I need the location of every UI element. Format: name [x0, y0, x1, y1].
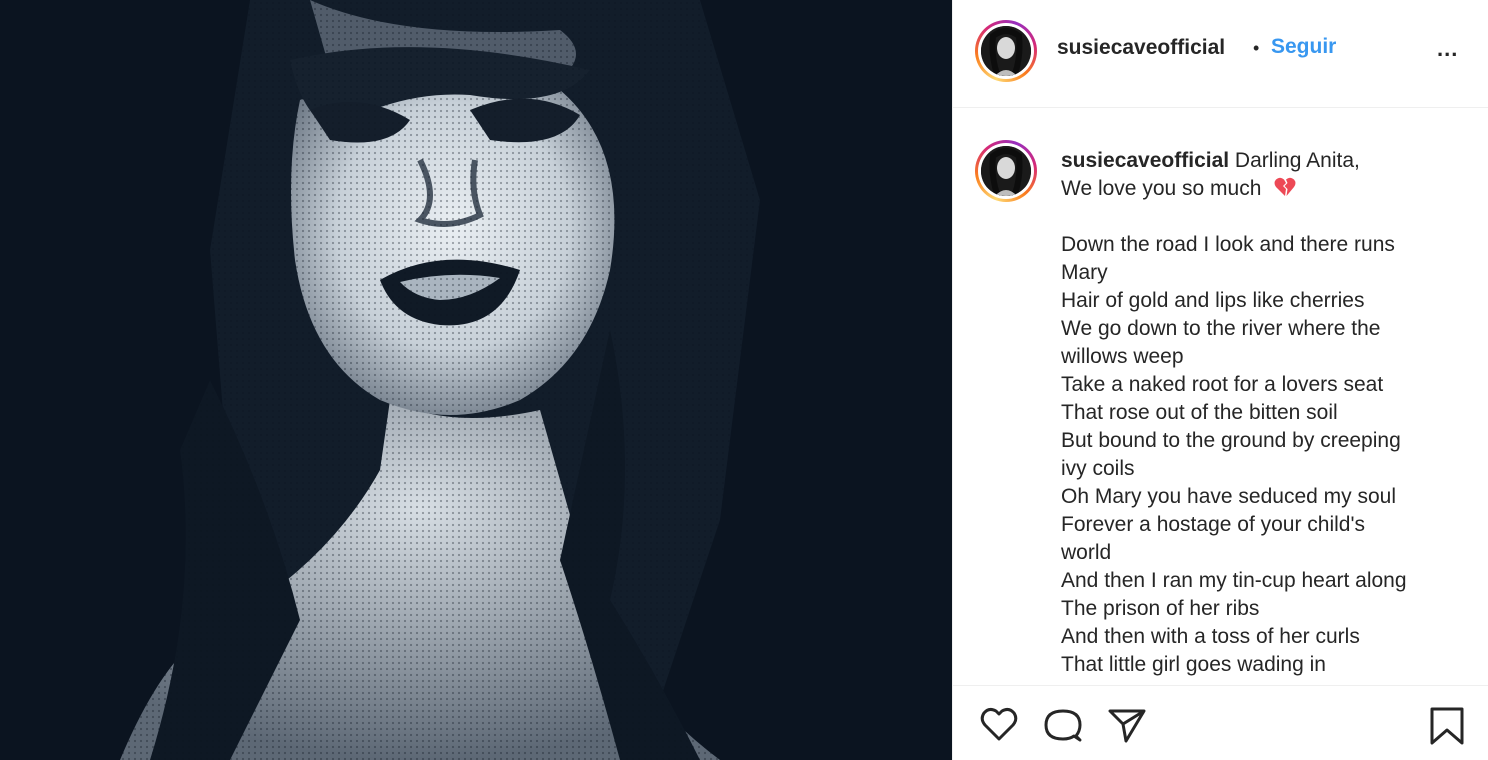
comments-area[interactable]: susiecaveofficial Darling Anita, We love… [953, 109, 1488, 685]
more-options-icon[interactable]: ... [1437, 36, 1458, 62]
caption-lyric-line: Take a naked root for a lovers seat [1061, 373, 1384, 396]
header-username[interactable]: susiecaveofficial [1057, 36, 1225, 60]
caption-lyric-line: ivy coils [1061, 457, 1135, 480]
caption-lyric-line: That rose out of the bitten soil [1061, 401, 1338, 424]
avatar-image [981, 146, 1031, 196]
caption-lyric-line: The prison of her ribs [1061, 597, 1260, 620]
comment-icon[interactable] [1043, 706, 1083, 744]
caption-lyrics: Down the road I look and there runs Mary H… [1061, 231, 1471, 679]
post-caption: susiecaveofficial Darling Anita, We love… [1061, 147, 1471, 679]
portrait-image [0, 0, 952, 760]
caption-lyric-line: Down the road I look and there runs [1061, 233, 1395, 256]
caption-lyric-line: That little girl goes wading in [1061, 653, 1326, 676]
avatar[interactable] [975, 20, 1037, 82]
action-bar [953, 685, 1488, 760]
heart-icon[interactable] [979, 706, 1019, 742]
separator-dot: • [1253, 38, 1260, 58]
caption-second-line: We love you so much [1061, 177, 1262, 200]
caption-username[interactable]: susiecaveofficial [1061, 149, 1229, 172]
caption-lyric-line: willows weep [1061, 345, 1184, 368]
caption-lyric-line: And then I ran my tin-cup heart along [1061, 569, 1407, 592]
follow-button[interactable]: Seguir [1271, 35, 1336, 59]
post-photo [0, 0, 952, 760]
caption-lyric-line: Forever a hostage of your child's [1061, 513, 1365, 536]
bookmark-icon[interactable] [1429, 706, 1465, 746]
caption-lyric-line: And then with a toss of her curls [1061, 625, 1360, 648]
caption-avatar[interactable] [975, 140, 1037, 202]
caption-lyric-line: We go down to the river where the [1061, 317, 1381, 340]
avatar-image [981, 26, 1031, 76]
caption-lyric-line: Oh Mary you have seduced my soul [1061, 485, 1396, 508]
caption-lyric-line: world [1061, 541, 1112, 564]
post-sidebar: susiecaveofficial • Seguir ... susiecave… [952, 0, 1488, 760]
caption-lyric-line: Hair of gold and lips like cherries [1061, 289, 1365, 312]
broken-heart-icon [1274, 177, 1296, 196]
post-header: susiecaveofficial • Seguir ... [953, 0, 1488, 108]
caption-lyric-line: Mary [1061, 261, 1108, 284]
caption-lyric-line: But bound to the ground by creeping [1061, 429, 1401, 452]
share-icon[interactable] [1107, 706, 1147, 744]
caption-first-line: Darling Anita, [1229, 149, 1360, 172]
